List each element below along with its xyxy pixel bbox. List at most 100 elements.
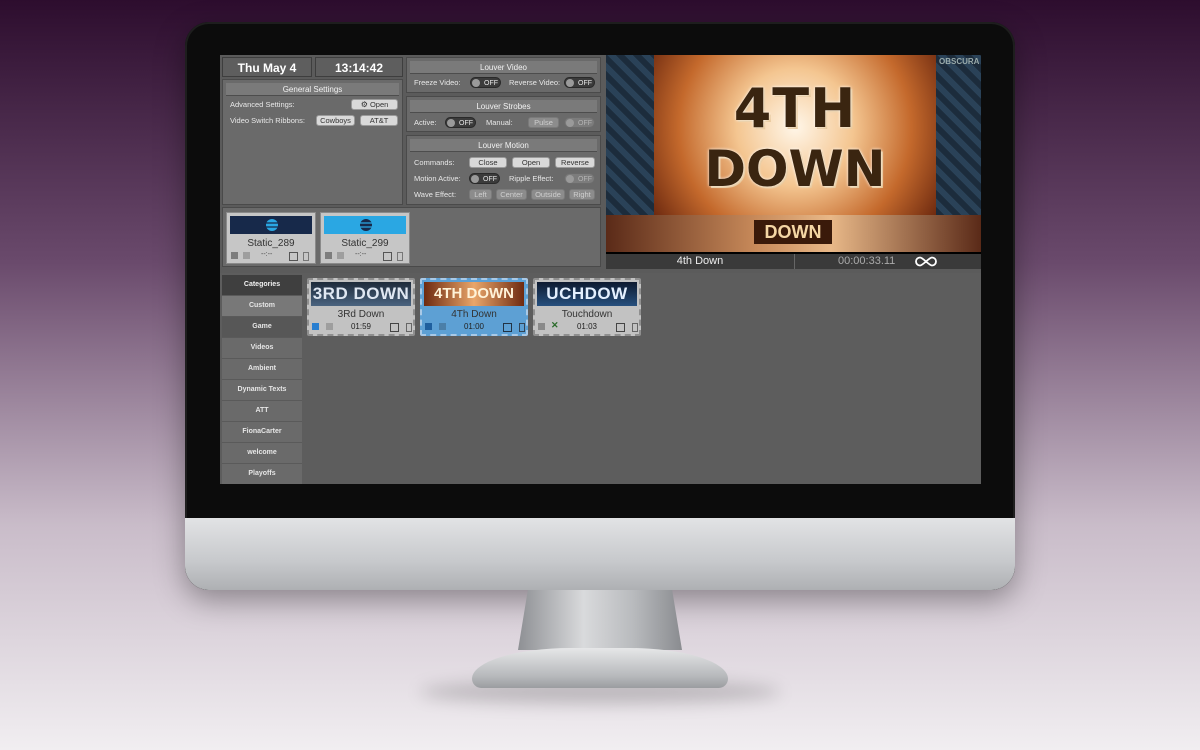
loop-icon[interactable] (914, 256, 938, 267)
big-text-line1: 4TH (733, 77, 857, 140)
strobes-manual-toggle[interactable]: OFF (564, 117, 595, 128)
ripple-effect-label: Ripple Effect: (509, 174, 554, 183)
clip-title: 3Rd Down (337, 309, 385, 320)
static-name: Static_299 (341, 238, 389, 249)
phone-icon[interactable] (406, 323, 412, 332)
advanced-settings-open-button[interactable]: ⚙ Open (351, 99, 398, 110)
big-text-line2: DOWN (704, 140, 886, 198)
category-welcome[interactable]: welcome (222, 443, 302, 464)
clip-card[interactable]: 3RD DOWN 3Rd Down 01:59 (307, 278, 415, 336)
preview-frame: 4TH DOWN (654, 55, 936, 215)
divider (794, 254, 795, 269)
video-preview[interactable]: OBSCURA 4TH DOWN DOWN 4th Down 00:00:33.… (606, 55, 981, 269)
video-switch-ribbons-label: Video Switch Ribbons: (230, 116, 305, 125)
strobes-pulse-button[interactable]: Pulse (528, 117, 559, 128)
static-time: --:-- (261, 251, 273, 258)
clock-display: 13:14:42 (315, 57, 403, 77)
wave-left-button[interactable]: Left (469, 189, 492, 200)
clip-art-text: UCHDOW (546, 284, 628, 303)
ripple-effect-toggle[interactable]: OFF (564, 173, 595, 184)
category-fionacarter[interactable]: FionaCarter (222, 422, 302, 443)
static-thumb-289[interactable]: Static_289 --:-- (226, 212, 316, 264)
speaker-icon[interactable] (231, 252, 238, 259)
att-ribbon-button[interactable]: AT&T (360, 115, 398, 126)
louver-video-title: Louver Video (410, 61, 597, 74)
phone-icon[interactable] (632, 323, 638, 332)
phone-icon[interactable] (397, 252, 403, 261)
motion-active-toggle[interactable]: OFF (469, 173, 500, 184)
motion-reverse-button[interactable]: Reverse (555, 157, 595, 168)
att-globe-icon (360, 219, 372, 231)
stop-icon[interactable] (243, 252, 250, 259)
static-controls: --:-- (325, 251, 405, 261)
freeze-video-label: Freeze Video: (414, 78, 461, 87)
att-logo-thumb (324, 216, 406, 234)
wave-right-button[interactable]: Right (569, 189, 595, 200)
clip-thumbnail: UCHDOW (537, 282, 637, 306)
att-globe-icon (266, 219, 278, 231)
clip-controls: 01:00 (425, 322, 525, 332)
clip-art-text: 4TH DOWN (434, 285, 514, 302)
general-settings-title: General Settings (226, 83, 399, 96)
motion-open-button[interactable]: Open (512, 157, 550, 168)
louver-video-panel: Louver Video Freeze Video: OFF Reverse V… (406, 57, 601, 93)
freeze-video-toggle[interactable]: OFF (470, 77, 501, 88)
ribbon-text: DOWN (754, 220, 832, 244)
clip-card[interactable]: UCHDOW Touchdown ✕ 01:03 (533, 278, 641, 336)
louver-motion-panel: Louver Motion Commands: Close Open Rever… (406, 135, 601, 205)
wave-effect-label: Wave Effect: (414, 190, 457, 199)
open-label: Open (369, 100, 389, 109)
wave-outside-button[interactable]: Outside (531, 189, 565, 200)
stripe-left (606, 55, 654, 215)
strobes-active-toggle[interactable]: OFF (445, 117, 476, 128)
date-display: Thu May 4 (222, 57, 312, 77)
static-time: --:-- (355, 251, 367, 258)
strobes-manual-label: Manual: (486, 118, 513, 127)
louver-motion-title: Louver Motion (410, 139, 597, 152)
phone-icon[interactable] (303, 252, 309, 261)
category-ambient[interactable]: Ambient (222, 359, 302, 380)
categories-header: Categories (222, 275, 302, 296)
static-controls: --:-- (231, 251, 311, 261)
monitor-chin (185, 518, 1015, 590)
gear-icon: ⚙ (360, 100, 368, 109)
category-videos[interactable]: Videos (222, 338, 302, 359)
static-thumb-299[interactable]: Static_299 --:-- (320, 212, 410, 264)
general-settings-panel: General Settings Advanced Settings: ⚙ Op… (222, 79, 403, 205)
now-playing-label: 4th Down (676, 255, 724, 267)
speaker-icon[interactable] (325, 252, 332, 259)
stripe-right (936, 55, 981, 215)
category-custom[interactable]: Custom (222, 296, 302, 317)
reverse-video-toggle[interactable]: OFF (564, 77, 595, 88)
clip-controls: 01:59 (312, 322, 412, 332)
preview-status-bar: 4th Down 00:00:33.11 (606, 254, 981, 269)
category-playoffs[interactable]: Playoffs (222, 464, 302, 484)
monitor-stand-neck (518, 590, 682, 650)
clip-title: 4Th Down (451, 309, 497, 320)
motion-close-button[interactable]: Close (469, 157, 507, 168)
clip-thumbnail: 4TH DOWN (424, 282, 524, 306)
cowboys-ribbon-button[interactable]: Cowboys (316, 115, 355, 126)
screen-icon[interactable] (383, 252, 392, 261)
category-att[interactable]: ATT (222, 401, 302, 422)
lower-ribbon: DOWN (606, 215, 981, 252)
timecode-label: 00:00:33.11 (838, 255, 896, 267)
phone-icon[interactable] (519, 323, 525, 332)
commands-label: Commands: (414, 158, 455, 167)
screen-icon[interactable] (503, 323, 512, 332)
category-dynamic-texts[interactable]: Dynamic Texts (222, 380, 302, 401)
strobes-active-label: Active: (414, 118, 437, 127)
wave-center-button[interactable]: Center (496, 189, 527, 200)
brand-label: OBSCURA (939, 57, 980, 66)
stop-icon[interactable] (337, 252, 344, 259)
screen-icon[interactable] (390, 323, 399, 332)
clip-thumbnail: 3RD DOWN (311, 282, 411, 306)
louver-strobes-panel: Louver Strobes Active: OFF Manual: Pulse… (406, 96, 601, 132)
app-screen: Thu May 4 13:14:42 General Settings Adva… (220, 55, 981, 484)
screen-icon[interactable] (289, 252, 298, 261)
category-game[interactable]: Game (222, 317, 302, 338)
clip-art-text: 3RD DOWN (312, 284, 410, 303)
louver-strobes-title: Louver Strobes (410, 100, 597, 113)
clip-card-active[interactable]: 4TH DOWN 4Th Down 01:00 (420, 278, 528, 336)
screen-icon[interactable] (616, 323, 625, 332)
